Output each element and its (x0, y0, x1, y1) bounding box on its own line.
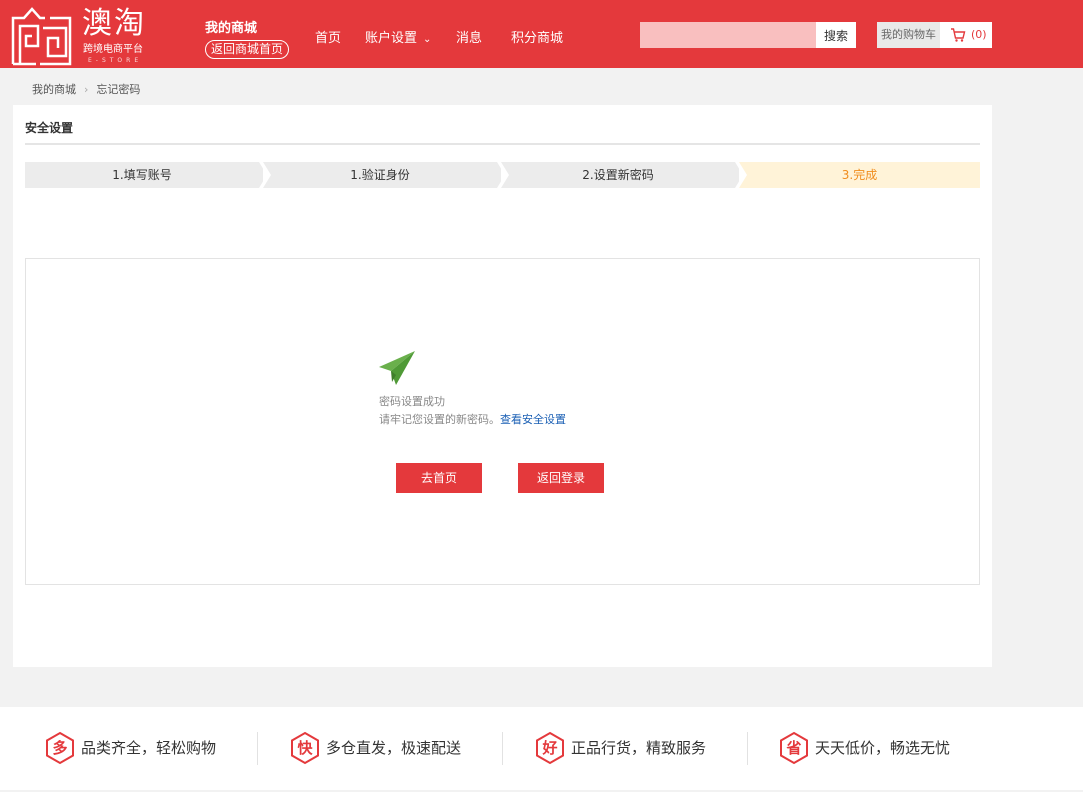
go-home-button[interactable]: 去首页 (396, 463, 482, 493)
nav-points-mall[interactable]: 积分商城 (511, 27, 563, 46)
feature-badge-char: 省 (786, 739, 802, 757)
step-set-new-password: 2.设置新密码 (501, 162, 735, 188)
title-divider (25, 143, 980, 145)
step-verify-identity: 1.验证身份 (263, 162, 497, 188)
reminder-text: 请牢记您设置的新密码。 (379, 413, 500, 426)
breadcrumb-current: 忘记密码 (96, 83, 141, 96)
logo-brand-text: 澳淘 (82, 6, 146, 41)
reminder-message: 请牢记您设置的新密码。查看安全设置 (379, 411, 566, 427)
step-arrow (739, 162, 747, 188)
nav-home[interactable]: 首页 (315, 27, 341, 46)
page-title: 安全设置 (25, 121, 74, 135)
footer-features: 多 品类齐全，轻松购物 快 多仓直发，极速配送 好 正品行货，精致服务 省 天天… (0, 707, 1083, 790)
back-to-mall-home-button[interactable]: 返回商城首页 (205, 40, 290, 59)
chevron-right-icon: › (84, 83, 89, 96)
logo-tagline: 跨境电商平台 (83, 44, 143, 55)
site-logo[interactable]: 澳淘 跨境电商平台 E-STORE (10, 4, 150, 66)
cart-label: 我的购物车 (877, 22, 940, 48)
step-arrow (263, 162, 271, 188)
feature-text: 多仓直发，极速配送 (326, 739, 462, 757)
chevron-down-icon: ⌄ (423, 34, 432, 45)
nav-account-label: 账户设置 (365, 31, 418, 46)
breadcrumb-root[interactable]: 我的商城 (32, 83, 76, 96)
step-complete-active: 3.完成 (739, 162, 980, 188)
nav-messages[interactable]: 消息 (456, 27, 482, 46)
paper-plane-icon (379, 351, 415, 385)
success-message: 密码设置成功 (379, 395, 445, 408)
feature-badge-char: 快 (297, 739, 313, 757)
back-to-login-button[interactable]: 返回登录 (518, 463, 604, 493)
breadcrumb: 我的商城 › 忘记密码 (32, 83, 140, 97)
search-button[interactable]: 搜索 (816, 22, 856, 48)
my-mall-link[interactable]: 我的商城 (205, 17, 257, 36)
top-header: 澳淘 跨境电商平台 E-STORE 我的商城 返回商城首页 首页 账户设置 ⌄ 消… (0, 0, 1083, 68)
divider (747, 732, 748, 765)
search-input[interactable] (640, 22, 816, 48)
cart-icon (951, 28, 966, 42)
shopping-cart[interactable]: 我的购物车 (0) (877, 22, 992, 48)
feature-text: 品类齐全，轻松购物 (81, 739, 217, 757)
feature-text: 正品行货，精致服务 (571, 739, 707, 757)
divider (502, 732, 503, 765)
feature-badge-char: 好 (542, 739, 558, 757)
logo-emblem-icon (11, 7, 72, 66)
logo-tagline-sub: E-STORE (88, 57, 143, 64)
nav-account-settings[interactable]: 账户设置 ⌄ (365, 27, 431, 46)
step-arrow (501, 162, 509, 188)
view-security-settings-link[interactable]: 查看安全设置 (500, 413, 566, 426)
divider (257, 732, 258, 765)
cart-count: (0) (971, 28, 987, 41)
feature-text: 天天低价，畅选无忧 (815, 739, 951, 757)
progress-steps: 1.填写账号 1.验证身份 2.设置新密码 3.完成 (25, 162, 980, 188)
feature-badge-char: 多 (52, 739, 68, 757)
result-box: 密码设置成功 请牢记您设置的新密码。查看安全设置 去首页 返回登录 (25, 258, 980, 585)
security-settings-panel: 安全设置 1.填写账号 1.验证身份 2.设置新密码 3.完成 密码设置成功 请… (13, 105, 992, 667)
step-fill-account: 1.填写账号 (25, 162, 259, 188)
